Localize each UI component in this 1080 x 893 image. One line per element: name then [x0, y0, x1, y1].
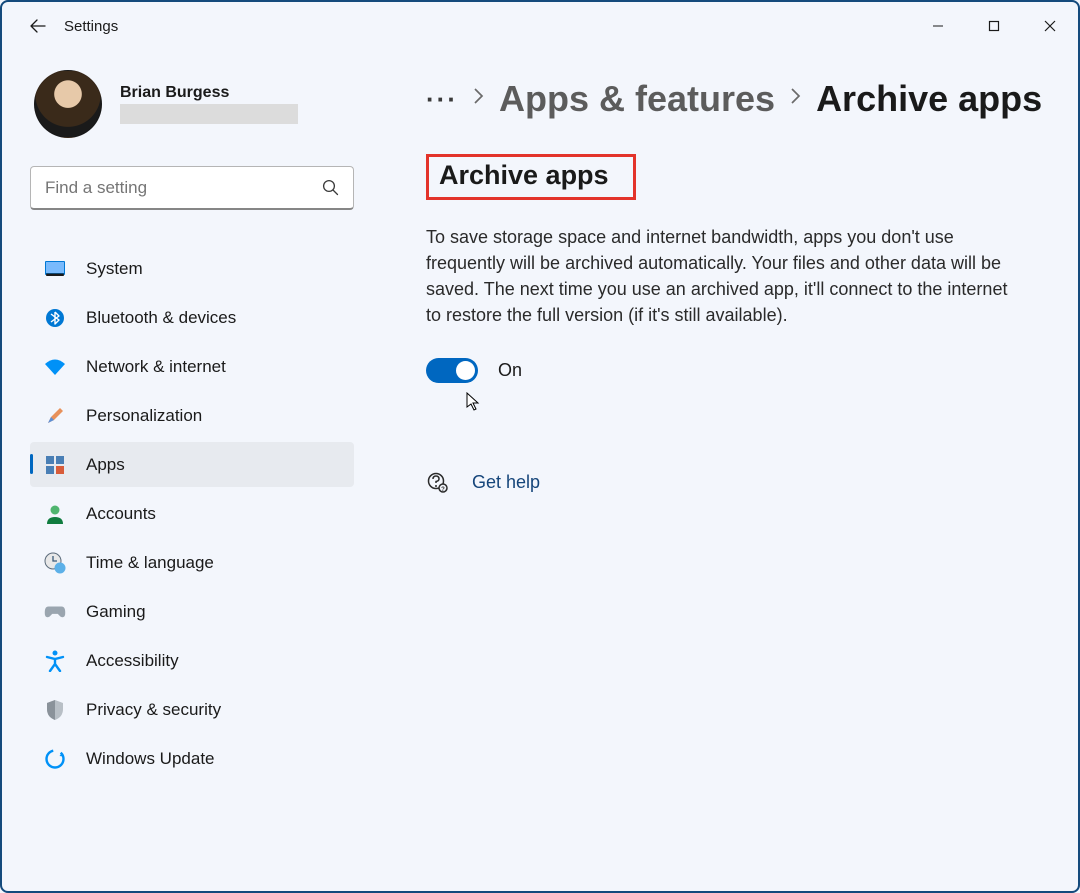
breadcrumb-current: Archive apps — [816, 78, 1042, 120]
arrow-left-icon — [30, 18, 46, 34]
sidebar-item-label: Personalization — [86, 406, 202, 426]
chevron-right-icon — [789, 86, 802, 112]
sidebar-item-label: Time & language — [86, 553, 214, 573]
profile-name: Brian Burgess — [120, 84, 298, 102]
get-help-link[interactable]: Get help — [472, 472, 540, 493]
search-icon — [322, 179, 339, 196]
sidebar-item-system[interactable]: System — [30, 246, 354, 291]
accessibility-icon — [44, 650, 66, 672]
search-input[interactable] — [45, 178, 322, 198]
clock-globe-icon — [44, 552, 66, 574]
sidebar-item-network[interactable]: Network & internet — [30, 344, 354, 389]
sidebar-item-label: Gaming — [86, 602, 146, 622]
profile-block[interactable]: Brian Burgess — [30, 70, 354, 138]
sidebar-item-label: Accounts — [86, 504, 156, 524]
page-heading: Archive apps — [426, 154, 636, 200]
sidebar-item-label: Windows Update — [86, 749, 215, 769]
breadcrumb-parent[interactable]: Apps & features — [499, 78, 775, 120]
maximize-icon — [988, 20, 1000, 32]
update-icon — [44, 748, 66, 770]
sidebar-item-gaming[interactable]: Gaming — [30, 589, 354, 634]
sidebar-item-label: Privacy & security — [86, 700, 221, 720]
page-description: To save storage space and internet bandw… — [426, 224, 1016, 328]
sidebar-item-label: System — [86, 259, 143, 279]
bluetooth-icon — [44, 307, 66, 329]
close-icon — [1044, 20, 1056, 32]
sidebar-item-label: Accessibility — [86, 651, 179, 671]
chevron-right-icon — [472, 86, 485, 112]
toggle-state-label: On — [498, 360, 522, 381]
wifi-icon — [44, 356, 66, 378]
sidebar-item-accessibility[interactable]: Accessibility — [30, 638, 354, 683]
maximize-button[interactable] — [966, 6, 1022, 46]
sidebar-item-bluetooth[interactable]: Bluetooth & devices — [30, 295, 354, 340]
breadcrumb-ellipsis[interactable]: ··· — [426, 84, 458, 115]
paintbrush-icon — [44, 405, 66, 427]
sidebar-item-time-language[interactable]: Time & language — [30, 540, 354, 585]
cursor-icon — [466, 392, 482, 412]
system-icon — [44, 258, 66, 280]
breadcrumb: ··· Apps & features Archive apps — [426, 78, 1046, 120]
sidebar-item-label: Apps — [86, 455, 125, 475]
sidebar-item-label: Bluetooth & devices — [86, 308, 236, 328]
sidebar-item-accounts[interactable]: Accounts — [30, 491, 354, 536]
toggle-knob — [456, 361, 475, 380]
shield-icon — [44, 699, 66, 721]
gamepad-icon — [44, 601, 66, 623]
sidebar-item-windows-update[interactable]: Windows Update — [30, 736, 354, 781]
search-box[interactable] — [30, 166, 354, 210]
profile-email-redacted — [120, 104, 298, 124]
help-icon: ? — [426, 471, 448, 493]
svg-text:?: ? — [441, 487, 445, 493]
sidebar-item-apps[interactable]: Apps — [30, 442, 354, 487]
minimize-icon — [932, 20, 944, 32]
sidebar-item-personalization[interactable]: Personalization — [30, 393, 354, 438]
archive-apps-toggle[interactable] — [426, 358, 478, 383]
sidebar-item-privacy[interactable]: Privacy & security — [30, 687, 354, 732]
person-icon — [44, 503, 66, 525]
window-title: Settings — [64, 18, 118, 35]
minimize-button[interactable] — [910, 6, 966, 46]
avatar — [34, 70, 102, 138]
sidebar-item-label: Network & internet — [86, 357, 226, 377]
close-button[interactable] — [1022, 6, 1078, 46]
back-button[interactable] — [18, 6, 58, 46]
apps-icon — [44, 454, 66, 476]
